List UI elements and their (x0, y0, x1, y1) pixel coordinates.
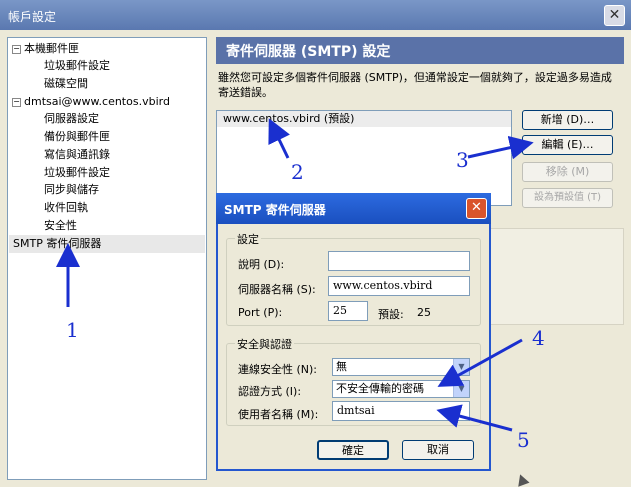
annotation-number-2: 2 (291, 160, 304, 184)
arrow-3 (467, 135, 534, 160)
annotation-number-4: 4 (532, 326, 545, 350)
annotation-number-1: 1 (66, 318, 79, 342)
annotation-number-3: 3 (456, 148, 469, 172)
arrow-5 (436, 404, 513, 432)
annotation-number-5: 5 (517, 428, 530, 452)
arrow-2 (268, 118, 291, 159)
annotation-arrows (56, 118, 534, 432)
arrow-4 (437, 338, 523, 387)
